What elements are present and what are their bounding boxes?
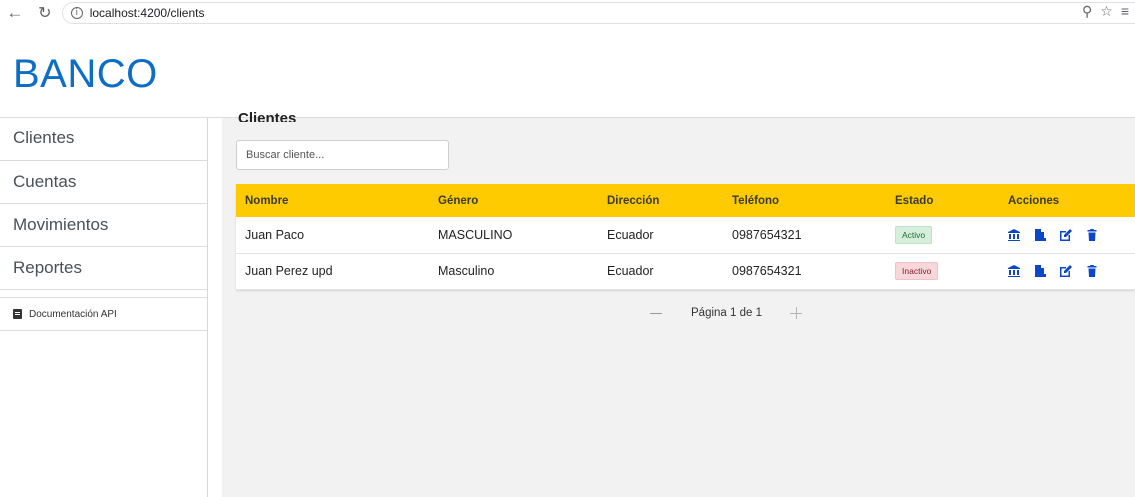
address-bar[interactable]: i localhost:4200/clients	[61, 2, 1135, 24]
file-icon[interactable]	[1034, 228, 1046, 241]
clients-table: Nombre Género Dirección Teléfono Estado …	[236, 184, 1135, 290]
main-content: Clientes Nombre Género Dirección Teléfon…	[222, 110, 1135, 497]
pagination-label: Página 1 de 1	[691, 307, 762, 319]
cell-nombre: Juan Perez upd	[245, 264, 333, 278]
sidebar-divider	[0, 290, 207, 298]
status-badge: Inactivo	[895, 262, 939, 280]
next-page-button[interactable]	[789, 307, 802, 319]
browser-toolbar: ← ↻ i localhost:4200/clients ⚲ ☆ ≡	[0, 0, 1135, 26]
search-input[interactable]	[236, 140, 449, 170]
browser-actions: ⚲ ☆ ≡	[1082, 3, 1129, 20]
previous-page-button[interactable]	[650, 307, 662, 319]
cell-acciones	[999, 253, 1135, 289]
back-arrow-icon[interactable]: ←	[4, 3, 26, 23]
bank-icon[interactable]	[1008, 265, 1020, 277]
cell-nombre: Juan Paco	[245, 227, 305, 242]
cell-genero: MASCULINO	[438, 227, 513, 242]
reading-list-icon[interactable]: ≡	[1121, 3, 1129, 20]
sidebar-item-api-docs[interactable]: Documentación API	[0, 298, 207, 331]
column-header-direccion[interactable]: Dirección	[598, 184, 723, 217]
edit-icon[interactable]	[1060, 228, 1072, 241]
app-header: BANCO	[0, 26, 1135, 118]
column-header-genero[interactable]: Género	[429, 184, 598, 217]
sidebar-item-clientes[interactable]: Clientes	[0, 118, 207, 161]
pagination: Página 1 de 1	[650, 307, 802, 319]
zoom-icon[interactable]: ⚲	[1082, 3, 1092, 20]
cell-acciones	[999, 217, 1135, 253]
url-text: localhost:4200/clients	[89, 6, 205, 20]
status-badge: Activo	[895, 225, 933, 244]
cell-telefono: 0987654321	[732, 227, 802, 242]
table-header-row: Nombre Género Dirección Teléfono Estado …	[236, 184, 1135, 217]
sidebar-item-movimientos[interactable]: Movimientos	[0, 204, 207, 247]
column-header-telefono[interactable]: Teléfono	[723, 184, 886, 217]
book-icon	[13, 309, 22, 319]
file-icon[interactable]	[1034, 265, 1046, 277]
table-row: Juan Perez upd Masculino Ecuador 0987654…	[236, 253, 1135, 289]
column-header-acciones: Acciones	[1008, 194, 1060, 207]
column-header-nombre[interactable]: Nombre	[236, 184, 429, 217]
cell-telefono: 0987654321	[732, 264, 802, 278]
star-icon[interactable]: ☆	[1100, 3, 1113, 20]
cell-direccion: Ecuador	[607, 264, 654, 278]
trash-icon[interactable]	[1086, 228, 1098, 241]
column-header-estado[interactable]: Estado	[886, 184, 999, 217]
brand-logo[interactable]: BANCO	[13, 52, 158, 97]
edit-icon[interactable]	[1060, 265, 1072, 277]
trash-icon[interactable]	[1086, 265, 1098, 277]
cell-direccion: Ecuador	[607, 227, 654, 242]
bank-icon[interactable]	[1008, 228, 1020, 241]
sidebar-doc-label: Documentación API	[29, 308, 117, 320]
info-icon[interactable]: i	[70, 7, 83, 19]
sidebar-item-cuentas[interactable]: Cuentas	[0, 161, 207, 204]
sidebar-item-reportes[interactable]: Reportes	[0, 247, 207, 290]
cell-genero: Masculino	[438, 264, 495, 278]
page-title: Clientes	[238, 110, 297, 122]
sidebar: Clientes Cuentas Movimientos Reportes Do…	[0, 118, 208, 497]
cell-estado: Inactivo	[886, 253, 999, 289]
table-row: Juan Paco MASCULINO Ecuador 0987654321 A…	[236, 217, 1135, 253]
cell-estado: Activo	[886, 217, 999, 253]
reload-icon[interactable]: ↻	[34, 3, 56, 23]
